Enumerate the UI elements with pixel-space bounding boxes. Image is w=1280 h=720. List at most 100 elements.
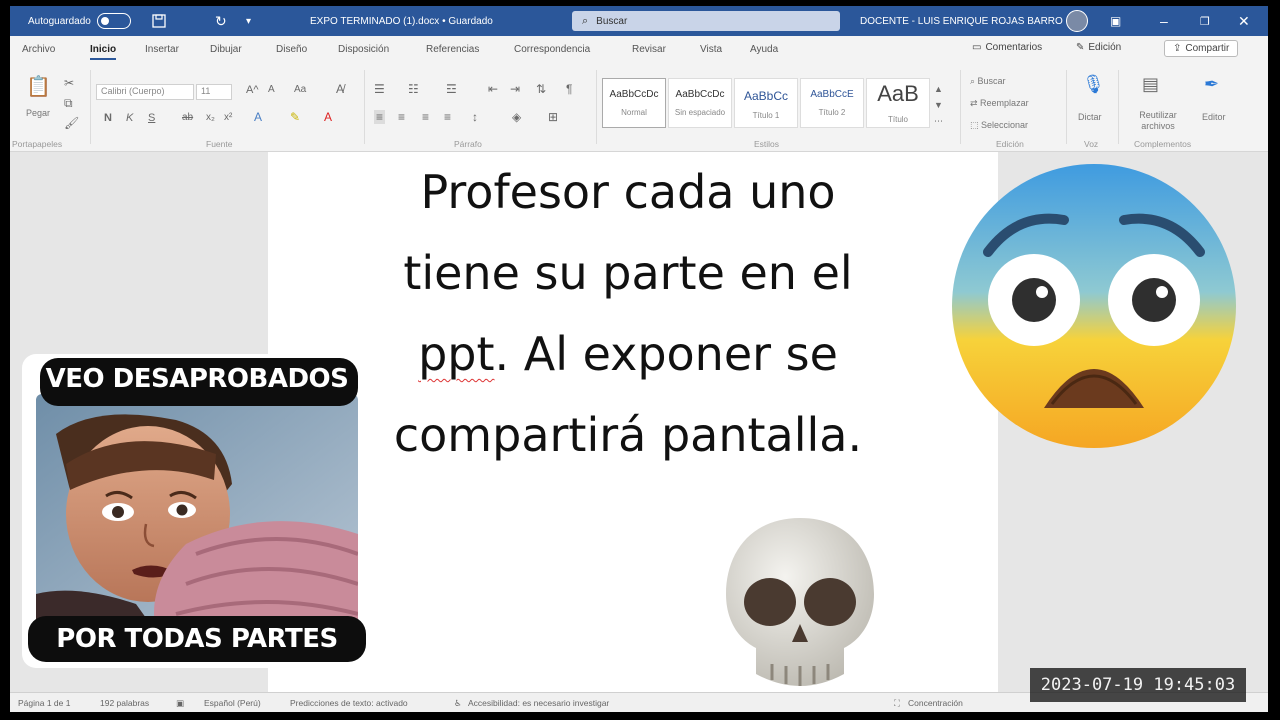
shrink-font-icon[interactable]: A [268,84,275,95]
tab-disposicion[interactable]: Disposición [338,44,389,55]
proofing-icon[interactable]: ▣ [176,698,184,709]
justify-icon[interactable]: ≡ [444,110,451,124]
share-button[interactable]: ⇪ Compartir [1164,40,1239,57]
find-button[interactable]: ⌕ Buscar [970,76,1006,87]
tab-vista[interactable]: Vista [700,44,722,55]
title-bar: Autoguardado ↻ ▾ EXPO TERMINADO (1).docx… [10,6,1268,36]
user-name[interactable]: DOCENTE - LUIS ENRIQUE ROJAS BARRO [860,6,1063,36]
microphone-icon[interactable]: 🎙 [1082,74,1105,95]
editing-mode-button[interactable]: ✎ Edición [1076,42,1121,53]
accessibility-icon: ♿ [454,698,462,708]
styles-scroll-down-icon[interactable]: ▼ [934,100,943,110]
format-painter-icon[interactable]: 🖌 [64,116,79,130]
autosave[interactable]: Autoguardado [28,6,131,36]
word-count[interactable]: 192 palabras [100,698,149,708]
maximize-icon[interactable]: ❐ [1200,6,1210,36]
bold-icon[interactable]: N [104,112,112,124]
clear-format-icon[interactable]: A̸ [336,82,344,96]
numbering-icon[interactable]: ☷ [408,82,419,96]
style-title[interactable]: AaB Título [866,78,930,128]
copy-icon[interactable]: ⧉ [64,96,73,111]
search-icon: ⌕ [970,76,978,86]
styles-scroll-up-icon[interactable]: ▲ [934,84,943,94]
text-effects-icon[interactable]: A [254,110,262,124]
autosave-label: Autoguardado [28,15,91,27]
style-heading-2[interactable]: AaBbCcE Título 2 [800,78,864,128]
editor-label: Editor [1202,112,1226,122]
redo-icon[interactable]: ↻ [215,6,227,36]
misspelled-word[interactable]: ppt [418,327,494,381]
underline-icon[interactable]: S [148,112,155,124]
tab-dibujar[interactable]: Dibujar [210,44,242,55]
fearful-face-emoji [948,160,1240,452]
minimize-icon[interactable]: – [1160,6,1168,36]
chevron-down-icon[interactable]: ▾ [246,6,251,36]
borders-icon[interactable]: ⊞ [548,110,558,124]
autosave-toggle[interactable] [96,13,131,29]
text-predictions[interactable]: Predicciones de texto: activado [290,698,408,708]
document-title[interactable]: EXPO TERMINADO (1).docx • Guardado [310,6,493,36]
tab-insertar[interactable]: Insertar [145,44,179,55]
search-icon: ⌕ [582,14,589,27]
editor-pen-icon[interactable]: ✒ [1204,74,1219,95]
document-body[interactable]: Profesor cada uno tiene su parte en el p… [368,152,888,476]
cut-icon[interactable]: ✂ [64,76,74,90]
caption-top: VEO DESAPROBADOS [45,364,349,394]
multilevel-list-icon[interactable]: ☲ [446,82,457,96]
line-spacing-icon[interactable]: ↕ [472,110,478,124]
grow-font-icon[interactable]: A^ [246,84,259,96]
style-heading-1[interactable]: AaBbCc Título 1 [734,78,798,128]
meme-sticker: VEO DESAPROBADOS POR TODAS PARTES [22,354,372,668]
style-no-spacing[interactable]: AaBbCcDc Sin espaciado [668,78,732,128]
italic-icon[interactable]: K [126,112,133,124]
group-font: Fuente [206,139,233,149]
page-count[interactable]: Página 1 de 1 [18,698,70,708]
font-color-icon[interactable]: A [324,110,332,124]
styles-more-icon[interactable]: ⋯ [934,116,943,127]
shading-icon[interactable]: ◈ [512,110,521,124]
tab-diseno[interactable]: Diseño [276,44,307,55]
align-center-icon[interactable]: ≡ [398,110,405,124]
align-right-icon[interactable]: ≡ [422,110,429,124]
subscript-icon[interactable]: x₂ [206,112,215,123]
change-case-icon[interactable]: Aa [294,84,306,95]
comments-button[interactable]: ▭ Comentarios [972,42,1042,53]
paragraph-mark-icon[interactable]: ¶ [566,82,572,96]
select-button[interactable]: ⬚ Seleccionar [970,120,1028,131]
tab-ayuda[interactable]: Ayuda [750,44,778,55]
font-size-select[interactable]: 11 [196,84,232,100]
reuse-files-icon[interactable]: ▤ [1142,74,1159,95]
highlight-icon[interactable]: ✎ [290,110,300,124]
document-page[interactable]: Profesor cada uno tiene su parte en el p… [268,152,998,692]
tab-inicio[interactable]: Inicio [90,44,117,60]
save-icon[interactable] [152,6,166,36]
avatar[interactable] [1066,10,1088,32]
accessibility-status[interactable]: Accesibilidad: es necesario investigar [468,698,609,708]
tab-revisar[interactable]: Revisar [632,44,666,55]
style-normal[interactable]: AaBbCcDc Normal [602,78,666,128]
tab-referencias[interactable]: Referencias [426,44,479,55]
share-icon: ⇪ [1173,43,1182,54]
language[interactable]: Español (Perú) [204,698,261,708]
video-timestamp: 2023-07-19 19:45:03 [1030,668,1246,702]
superscript-icon[interactable]: x² [224,112,232,123]
paste-icon[interactable]: 📋 [26,74,51,99]
sort-icon[interactable]: ⇅ [536,82,546,96]
increase-indent-icon[interactable]: ⇥ [510,82,520,96]
ribbon: 📋 Pegar ✂ ⧉ 🖌 Portapapeles Calibri (Cuer… [10,62,1268,152]
font-name-select[interactable]: Calibri (Cuerpo) [96,84,194,100]
focus-mode[interactable]: Concentración [908,698,963,708]
ribbon-display-icon[interactable]: ▣ [1110,6,1121,36]
group-styles: Estilos [754,139,780,149]
replace-button[interactable]: ⇄ Reemplazar [970,98,1029,109]
doc-line: ppt. Al exponer se [418,327,838,381]
search-input[interactable]: ⌕ Buscar [572,11,840,31]
bullets-icon[interactable]: ☰ [374,82,385,96]
strikethrough-icon[interactable]: ab [182,112,193,123]
close-icon[interactable]: ✕ [1238,6,1250,36]
align-left-icon[interactable]: ≡ [374,110,386,124]
tab-correspondencia[interactable]: Correspondencia [514,44,590,55]
decrease-indent-icon[interactable]: ⇤ [488,82,498,96]
tab-archivo[interactable]: Archivo [22,44,55,55]
group-paragraph: Párrafo [454,139,482,149]
